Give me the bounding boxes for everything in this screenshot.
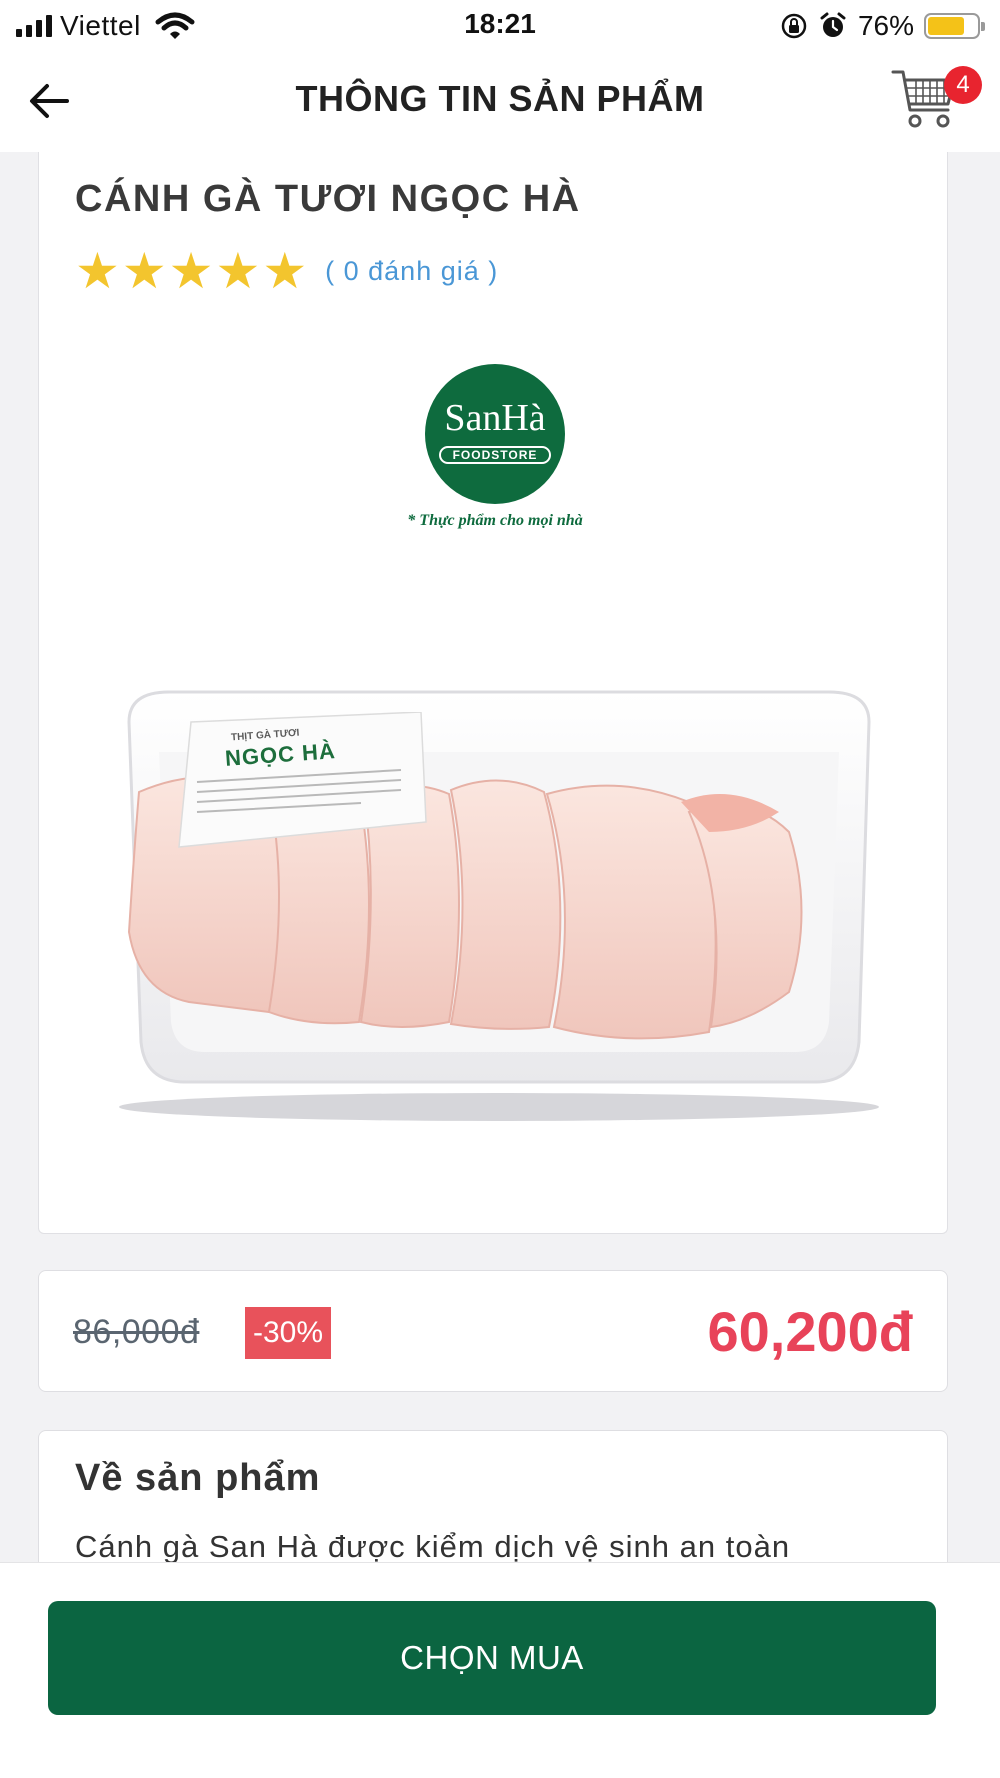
page-title: THÔNG TIN SẢN PHẨM — [295, 78, 705, 119]
package-label: THỊT GÀ TƯƠI NGỌC HÀ — [161, 712, 431, 852]
cart-button[interactable]: 4 — [890, 66, 982, 138]
app-header: THÔNG TIN SẢN PHẨM 4 — [0, 56, 1000, 152]
about-product-title: Về sản phẩm — [75, 1457, 321, 1499]
brand-logo-circle: SanHà FOODSTORE — [425, 364, 565, 504]
star-icon: ★ — [215, 243, 261, 299]
star-icon: ★ — [121, 243, 167, 299]
status-right: 76% — [780, 8, 985, 44]
star-icon: ★ — [168, 243, 214, 299]
about-product-text: Cánh gà San Hà được kiểm dịch vệ sinh an… — [75, 1529, 791, 1564]
brand-logo: SanHà FOODSTORE * Thực phẩm cho mọi nhà — [385, 364, 605, 544]
discount-badge: -30% — [245, 1307, 331, 1359]
battery-level — [928, 17, 965, 35]
brand-logo-sub: FOODSTORE — [439, 446, 551, 464]
brand-logo-name: SanHà — [444, 397, 546, 439]
review-count-link[interactable]: ( 0 đánh giá ) — [325, 256, 498, 287]
rotation-lock-icon — [781, 13, 807, 39]
status-bar: Viettel 18:21 76% — [0, 0, 1000, 56]
star-icon: ★ — [262, 243, 308, 299]
old-price: 86,000đ — [73, 1313, 200, 1351]
current-price: 60,200đ — [707, 1300, 914, 1363]
price-card: 86,000đ -30% 60,200đ — [38, 1270, 948, 1392]
star-icon: ★ — [75, 243, 120, 299]
battery-icon — [924, 13, 985, 39]
product-title: CÁNH GÀ TƯƠI NGỌC HÀ — [75, 178, 581, 220]
cart-count-badge: 4 — [944, 66, 982, 104]
product-rating[interactable]: ★ ★ ★ ★ ★ ( 0 đánh giá ) — [75, 246, 498, 296]
battery-percent: 76% — [857, 10, 914, 41]
product-card: CÁNH GÀ TƯƠI NGỌC HÀ ★ ★ ★ ★ ★ ( 0 đánh … — [38, 152, 948, 1234]
brand-tagline: * Thực phẩm cho mọi nhà — [407, 512, 583, 529]
alarm-icon — [820, 12, 846, 37]
buy-button[interactable]: CHỌN MUA — [48, 1601, 936, 1715]
bottom-action-bar: CHỌN MUA — [0, 1562, 1000, 1778]
